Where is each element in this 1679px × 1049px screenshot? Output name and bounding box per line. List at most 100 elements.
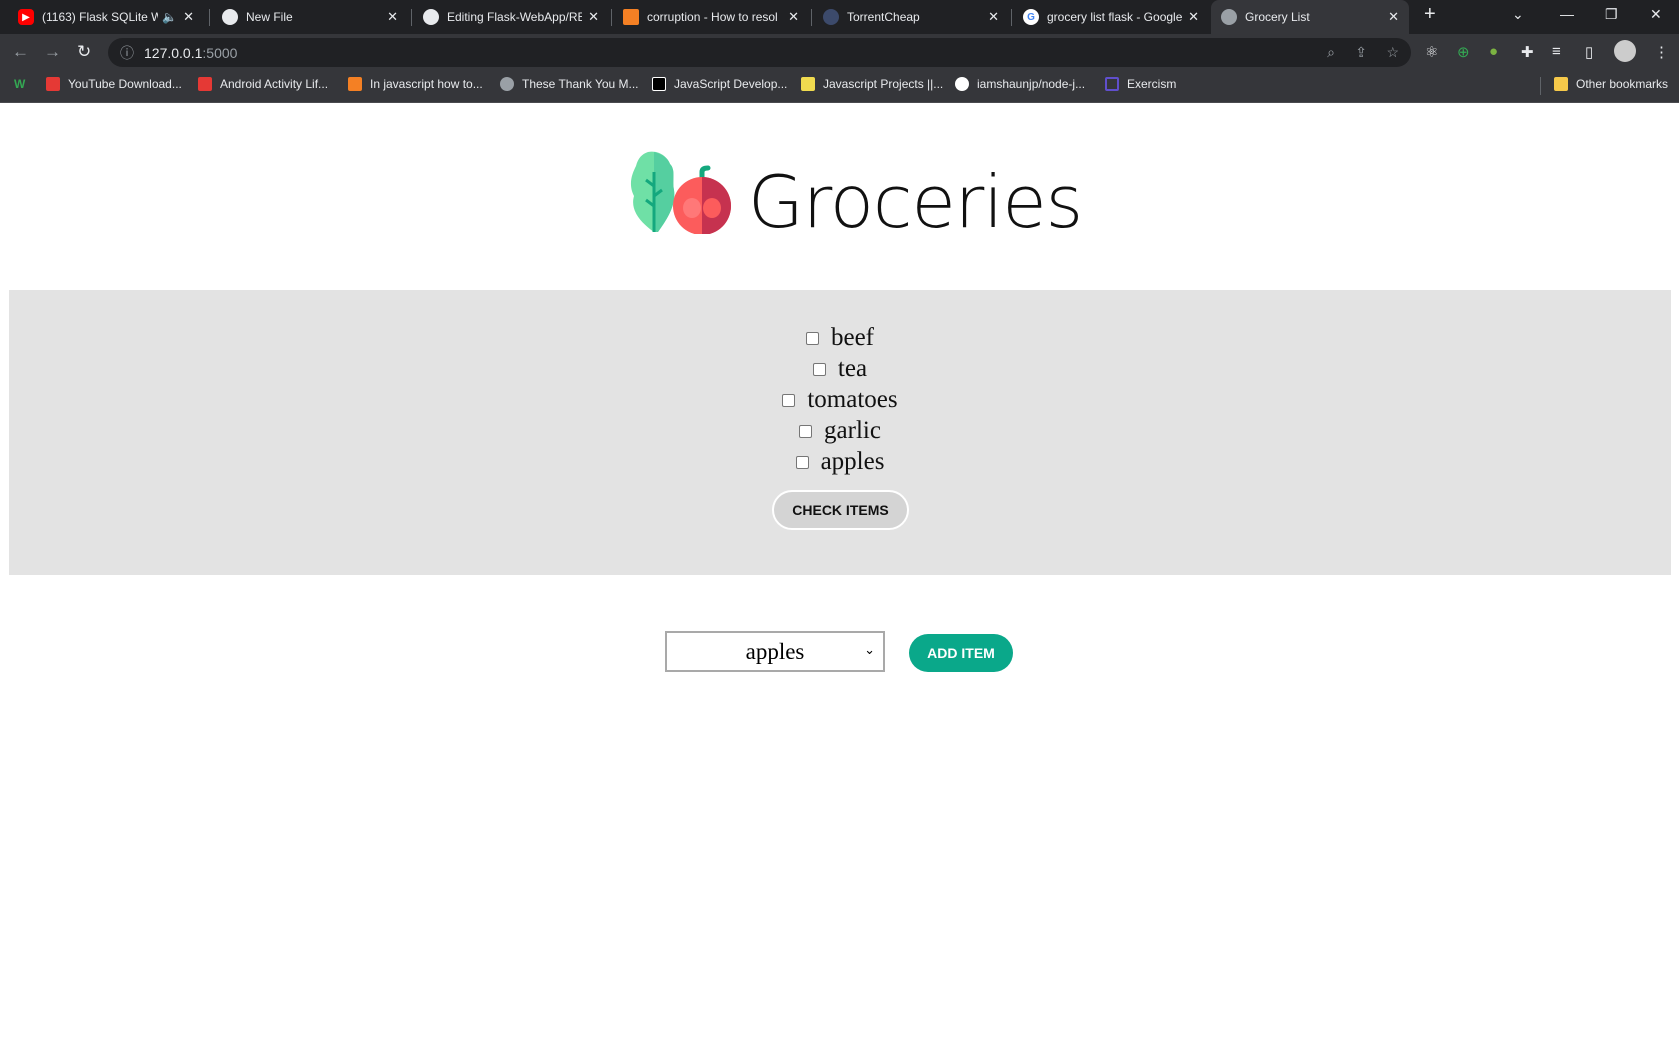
nodejs-extension-icon[interactable]: ● (1489, 43, 1498, 60)
bookmark-icon (652, 77, 666, 91)
list-item: tomatoes (9, 386, 1671, 414)
tab-title: Grocery List (1245, 10, 1310, 24)
google-icon: G (1023, 9, 1039, 25)
profile-avatar[interactable] (1614, 40, 1636, 62)
bookmark-label: JavaScript Develop... (674, 77, 788, 91)
tab-title: Editing Flask-WebApp/RE (447, 10, 583, 24)
tab-title: grocery list flask - Google (1047, 10, 1183, 24)
list-item: beef (9, 324, 1671, 352)
bookmark-label: Other bookmarks (1576, 77, 1669, 91)
add-item-button[interactable]: ADD ITEM (909, 634, 1013, 672)
page-title: Groceries (748, 160, 1083, 244)
bookmark-label: Javascript Projects ||... (823, 77, 944, 91)
check-items-button[interactable]: CHECK ITEMS (772, 490, 909, 530)
tab-search-icon[interactable]: ⌄ (1512, 6, 1524, 23)
list-item: tea (9, 355, 1671, 383)
back-icon[interactable]: ← (12, 42, 29, 62)
react-devtools-icon[interactable]: ⚛ (1425, 43, 1438, 61)
w3-bookmark-icon[interactable]: W (14, 77, 25, 91)
item-checkbox[interactable] (782, 393, 796, 407)
bookmark[interactable]: Exercism (1105, 77, 1176, 91)
close-window-button[interactable]: ✕ (1650, 6, 1662, 23)
side-panel-icon[interactable]: ▯ (1585, 43, 1593, 61)
extensions-icon[interactable]: ✚ (1521, 43, 1534, 61)
share-icon[interactable]: ⇪ (1355, 44, 1367, 61)
other-bookmarks[interactable]: Other bookmarks (1554, 77, 1668, 91)
item-checkbox[interactable] (795, 455, 809, 469)
item-label: garlic (824, 417, 881, 444)
tab-grocery-list[interactable]: Grocery List ✕ (1211, 0, 1409, 34)
chevron-down-icon: ⌄ (864, 643, 875, 658)
stackoverflow-icon (623, 9, 639, 25)
bookmark[interactable]: Android Activity Lif... (198, 77, 328, 91)
bookmark-icon (348, 77, 362, 91)
close-tab-icon[interactable]: ✕ (387, 9, 398, 25)
item-checkbox[interactable] (812, 362, 826, 376)
bookmark-icon (198, 77, 212, 91)
close-tab-icon[interactable]: ✕ (1188, 9, 1199, 25)
bookmark[interactable]: YouTube Download... (46, 77, 182, 91)
restore-button[interactable]: ❐ (1605, 6, 1618, 23)
bookmark-icon (500, 77, 514, 91)
toolbar: ← → ↻ ⓘ 127.0.0.1:5000 ⌕ ⇪ ☆ ⚛ ⊕ ● ✚ ≡ ▯… (0, 34, 1679, 70)
bookmark[interactable]: Javascript Projects ||... (801, 77, 943, 91)
github-icon (222, 9, 238, 25)
item-label: tea (837, 355, 868, 382)
tab-torrentcheap[interactable]: TorrentCheap ✕ (813, 0, 1009, 34)
tab-new-file[interactable]: New File ✕ (212, 0, 408, 34)
bookmark-label: In javascript how to... (370, 77, 483, 91)
close-tab-icon[interactable]: ✕ (183, 9, 194, 25)
url-port: :5000 (202, 44, 238, 61)
tab-youtube[interactable]: ▶ (1163) Flask SQLite W 🔈 ✕ (8, 0, 204, 34)
bookmark-label: These Thank You M... (522, 77, 639, 91)
bookmark-icon (46, 77, 60, 91)
item-checkbox[interactable] (805, 331, 819, 345)
bookmark[interactable]: iamshaunjp/node-j... (955, 77, 1085, 91)
audio-icon[interactable]: 🔈 (162, 10, 177, 24)
exercism-icon (1105, 77, 1119, 91)
new-tab-button[interactable]: + (1424, 3, 1436, 26)
bookmark[interactable]: These Thank You M... (500, 77, 639, 91)
globe-icon (1221, 9, 1237, 25)
bookmark-icon (801, 77, 815, 91)
url-host: 127.0.0.1 (144, 44, 203, 61)
reload-icon[interactable]: ↻ (77, 42, 91, 62)
bookmark-label: Android Activity Lif... (220, 77, 329, 91)
item-checkbox[interactable] (799, 424, 813, 438)
tab-title: TorrentCheap (847, 10, 920, 24)
close-tab-icon[interactable]: ✕ (988, 9, 999, 25)
github-icon (423, 9, 439, 25)
bookmark-label: Exercism (1127, 77, 1177, 91)
tab-stackoverflow[interactable]: corruption - How to resol ✕ (613, 0, 809, 34)
bookmark[interactable]: In javascript how to... (348, 77, 483, 91)
extension-plus-icon[interactable]: ⊕ (1457, 43, 1470, 61)
zoom-icon[interactable]: ⌕ (1327, 44, 1335, 61)
media-icon[interactable]: ≡ (1552, 43, 1561, 60)
tab-title: (1163) Flask SQLite W (42, 10, 159, 24)
groceries-logo (630, 151, 731, 234)
address-bar[interactable]: ⓘ 127.0.0.1:5000 ⌕ ⇪ ☆ (108, 38, 1411, 67)
tab-bar: ▶ (1163) Flask SQLite W 🔈 ✕ New File ✕ Editi… (0, 0, 1679, 34)
tab-editing[interactable]: Editing Flask-WebApp/RE ✕ (413, 0, 609, 34)
close-tab-icon[interactable]: ✕ (1388, 9, 1399, 25)
github-icon (955, 77, 969, 91)
list-item: garlic (9, 417, 1671, 445)
bookmark-star-icon[interactable]: ☆ (1386, 44, 1399, 61)
bookmark-label: iamshaunjp/node-j... (977, 77, 1086, 91)
minimize-button[interactable]: — (1560, 6, 1574, 22)
list-item: apples (9, 448, 1671, 476)
bookmarks-bar: W YouTube Download... Android Activity L… (0, 70, 1679, 103)
menu-icon[interactable]: ⋮ (1654, 43, 1669, 61)
info-icon[interactable]: ⓘ (120, 43, 134, 63)
close-tab-icon[interactable]: ✕ (588, 9, 599, 25)
item-select[interactable]: apples ⌄ (665, 631, 885, 672)
forward-icon[interactable]: → (44, 42, 61, 62)
bookmark-label: YouTube Download... (68, 77, 182, 91)
bookmark[interactable]: JavaScript Develop... (652, 77, 787, 91)
tab-google[interactable]: Ggrocery list flask - Google ✕ (1013, 0, 1209, 34)
close-tab-icon[interactable]: ✕ (788, 9, 799, 25)
youtube-icon: ▶ (18, 9, 34, 25)
item-label: tomatoes (807, 386, 898, 413)
grocery-list-panel: beef tea tomatoes garlic apples CHECK IT… (9, 290, 1671, 575)
tab-title: New File (246, 10, 293, 24)
